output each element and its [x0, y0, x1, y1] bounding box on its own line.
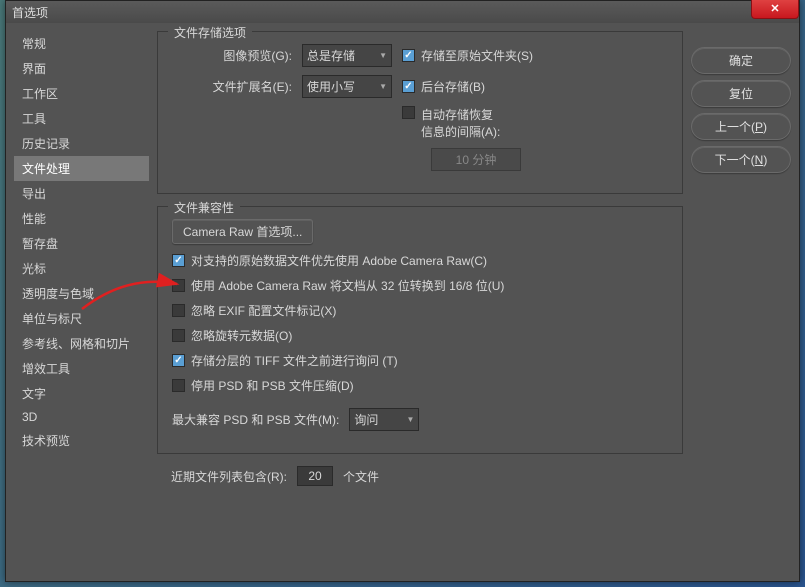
preferences-window: 首选项 ✕ 常规界面工作区工具历史记录文件处理导出性能暂存盘光标透明度与色域单位…: [5, 0, 800, 582]
sidebar-item-16[interactable]: 技术预览: [14, 428, 149, 453]
sidebar-item-5[interactable]: 文件处理: [14, 156, 149, 181]
save-original-checkbox[interactable]: ✓ 存储至原始文件夹(S): [402, 47, 533, 64]
max-compat-label: 最大兼容 PSD 和 PSB 文件(M):: [172, 411, 339, 428]
checkbox-empty: [402, 106, 415, 119]
image-preview-label: 图像预览(G):: [172, 47, 292, 64]
chevron-down-icon: ▼: [379, 82, 387, 91]
main-panel: 文件存储选项 图像预览(G): 总是存储 ▼ ✓ 存储至原始文件夹(S) 文件扩…: [157, 31, 683, 573]
sidebar-item-13[interactable]: 增效工具: [14, 356, 149, 381]
next-button[interactable]: 下一个(N): [691, 146, 791, 173]
reset-button[interactable]: 复位: [691, 80, 791, 107]
sidebar-item-1[interactable]: 界面: [14, 56, 149, 81]
sidebar-item-9[interactable]: 光标: [14, 256, 149, 281]
checkbox-empty: [172, 304, 185, 317]
autosave-checkbox[interactable]: 自动存储恢复 信息的间隔(A):: [402, 106, 500, 140]
ask-tiff-checkbox[interactable]: ✓ 存储分层的 TIFF 文件之前进行询问 (T): [172, 352, 668, 369]
window-title: 首选项: [12, 4, 48, 21]
check-icon: ✓: [172, 254, 185, 267]
disable-psd-compress-checkbox[interactable]: 停用 PSD 和 PSB 文件压缩(D): [172, 377, 668, 394]
file-ext-label: 文件扩展名(E):: [172, 78, 292, 95]
sidebar-item-8[interactable]: 暂存盘: [14, 231, 149, 256]
ignore-exif-checkbox[interactable]: 忽略 EXIF 配置文件标记(X): [172, 302, 668, 319]
recent-files-label: 近期文件列表包含(R):: [171, 468, 287, 485]
sidebar-item-14[interactable]: 文字: [14, 381, 149, 406]
max-compat-select[interactable]: 询问 ▼: [349, 408, 419, 431]
sidebar-item-4[interactable]: 历史记录: [14, 131, 149, 156]
prefer-camera-raw-checkbox[interactable]: ✓ 对支持的原始数据文件优先使用 Adobe Camera Raw(C): [172, 252, 668, 269]
save-background-checkbox[interactable]: ✓ 后台存储(B): [402, 78, 485, 95]
recent-files-input[interactable]: 20: [297, 466, 333, 486]
camera-raw-prefs-button[interactable]: Camera Raw 首选项...: [172, 219, 313, 244]
check-icon: ✓: [402, 49, 415, 62]
file-ext-select[interactable]: 使用小写 ▼: [302, 75, 392, 98]
close-button[interactable]: ✕: [751, 0, 799, 19]
fieldset-legend: 文件存储选项: [168, 24, 252, 41]
sidebar-item-0[interactable]: 常规: [14, 31, 149, 56]
sidebar-item-11[interactable]: 单位与标尺: [14, 306, 149, 331]
ok-button[interactable]: 确定: [691, 47, 791, 74]
action-buttons: 确定 复位 上一个(P) 下一个(N): [691, 31, 791, 573]
check-icon: ✓: [172, 354, 185, 367]
autosave-interval-input: 10 分钟: [431, 148, 521, 171]
checkbox-empty: [172, 379, 185, 392]
sidebar-item-3[interactable]: 工具: [14, 106, 149, 131]
check-icon: ✓: [402, 80, 415, 93]
close-icon: ✕: [770, 2, 779, 15]
file-compat-fieldset: 文件兼容性 Camera Raw 首选项... ✓ 对支持的原始数据文件优先使用…: [157, 206, 683, 454]
sidebar-item-12[interactable]: 参考线、网格和切片: [14, 331, 149, 356]
sidebar-item-2[interactable]: 工作区: [14, 81, 149, 106]
chevron-down-icon: ▼: [379, 51, 387, 60]
sidebar-item-15[interactable]: 3D: [14, 406, 149, 428]
titlebar: 首选项 ✕: [6, 1, 799, 23]
checkbox-empty: [172, 279, 185, 292]
image-preview-select[interactable]: 总是存储 ▼: [302, 44, 392, 67]
convert-32-to-16-8-checkbox[interactable]: 使用 Adobe Camera Raw 将文档从 32 位转换到 16/8 位(…: [172, 277, 668, 294]
checkbox-empty: [172, 329, 185, 342]
ignore-rotation-checkbox[interactable]: 忽略旋转元数据(O): [172, 327, 668, 344]
chevron-down-icon: ▼: [406, 415, 414, 424]
sidebar-item-7[interactable]: 性能: [14, 206, 149, 231]
prev-button[interactable]: 上一个(P): [691, 113, 791, 140]
sidebar-item-6[interactable]: 导出: [14, 181, 149, 206]
fieldset-legend: 文件兼容性: [168, 199, 240, 216]
sidebar-item-10[interactable]: 透明度与色域: [14, 281, 149, 306]
file-storage-fieldset: 文件存储选项 图像预览(G): 总是存储 ▼ ✓ 存储至原始文件夹(S) 文件扩…: [157, 31, 683, 194]
recent-files-suffix: 个文件: [343, 468, 379, 485]
sidebar: 常规界面工作区工具历史记录文件处理导出性能暂存盘光标透明度与色域单位与标尺参考线…: [14, 31, 149, 573]
